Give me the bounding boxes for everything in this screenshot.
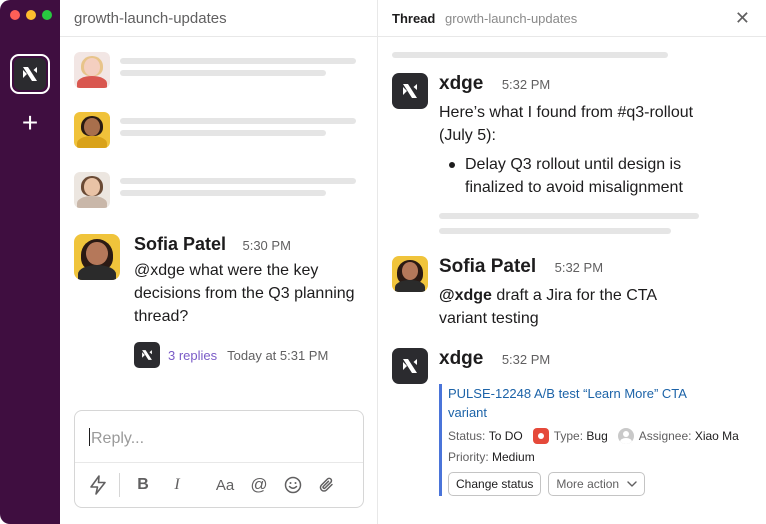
assignee-label: Assignee:	[638, 429, 692, 443]
placeholder-line	[392, 52, 668, 58]
message-author[interactable]: Sofia Patel	[134, 234, 226, 254]
bullet-text: Delay Q3 rollout until design is finaliz…	[465, 156, 683, 196]
xdge-logo-icon	[403, 84, 417, 98]
message-author[interactable]: xdge	[439, 73, 483, 94]
thread-message: Sofia Patel 5:32 PM @xdge draft a Jira f…	[392, 256, 699, 330]
text-format-button[interactable]: Aa	[214, 474, 236, 496]
thread-replies-summary[interactable]: 3 replies Today at 5:31 PM	[134, 342, 364, 368]
close-thread-button[interactable]: ✕	[734, 8, 750, 28]
add-workspace-button[interactable]: +	[18, 109, 42, 137]
message-text: @xdge draft a Jira for the CTA variant t…	[439, 287, 657, 327]
message-timestamp[interactable]: 5:32 PM	[502, 352, 550, 367]
thread-title: Thread	[392, 11, 436, 26]
attach-button[interactable]	[316, 474, 338, 496]
status-value: To DO	[488, 429, 523, 443]
plus-icon: +	[21, 107, 39, 138]
placeholder-message	[74, 52, 356, 88]
priority-value: Medium	[492, 450, 535, 464]
user-mention[interactable]: @xdge	[439, 287, 492, 304]
shortcuts-button[interactable]	[87, 474, 109, 496]
mention-button[interactable]: @	[248, 474, 270, 496]
bold-button[interactable]: B	[132, 474, 154, 496]
xdge-logo-icon	[403, 359, 417, 373]
avatar[interactable]	[392, 256, 428, 292]
toolbar-divider	[119, 473, 120, 497]
xdge-logo-icon	[23, 67, 37, 81]
status-label: Status:	[448, 429, 486, 443]
jira-priority-field: Priority: Medium	[448, 450, 759, 464]
message-author[interactable]: Sofia Patel	[439, 256, 536, 277]
jira-actions: Change status More action	[448, 472, 759, 496]
close-window-button[interactable]	[10, 10, 20, 20]
message-timestamp[interactable]: 5:30 PM	[242, 238, 290, 253]
list-item: Delay Q3 rollout until design is finaliz…	[449, 153, 709, 199]
composer-toolbar: B I Aa @	[75, 463, 363, 507]
lightning-icon	[90, 475, 106, 495]
jira-issue-fields: Status: To DO Type: Bug Assignee: Xiao M…	[448, 428, 759, 444]
replies-timestamp: Today at 5:31 PM	[227, 347, 329, 363]
placeholder-line	[439, 228, 671, 234]
assignee-value: Xiao Ma	[694, 429, 739, 443]
channel-name[interactable]: growth-launch-updates	[74, 10, 227, 27]
thread-channel-name[interactable]: growth-launch-updates	[445, 11, 577, 26]
avatar	[74, 172, 110, 208]
thread-pane: Thread growth-launch-updates ✕ xdge 5:32…	[378, 0, 766, 524]
channel-pane: growth-launch-updates Sofia Patel 5:30 P…	[60, 0, 378, 524]
text-caret	[89, 428, 90, 446]
workspace-rail: +	[0, 0, 60, 524]
placeholder-message	[74, 112, 356, 148]
replies-link[interactable]: 3 replies	[168, 348, 217, 363]
message-text: @xdge what were the key decisions from t…	[134, 262, 355, 325]
more-action-button[interactable]: More action	[548, 472, 646, 496]
channel-header: growth-launch-updates	[60, 0, 377, 37]
paperclip-icon	[319, 477, 333, 492]
channel-message: Sofia Patel 5:30 PM @xdge what were the …	[74, 234, 364, 368]
avatar[interactable]	[392, 348, 428, 384]
avatar[interactable]	[74, 234, 120, 280]
message-timestamp[interactable]: 5:32 PM	[555, 260, 603, 275]
type-value: Bug	[586, 429, 608, 443]
placeholder-line	[439, 213, 699, 219]
xdge-logo-icon	[142, 350, 152, 360]
smiley-icon	[284, 476, 302, 494]
message-text: Here’s what I found from #q3-rollout (Ju…	[439, 104, 694, 144]
minimize-window-button[interactable]	[26, 10, 36, 20]
thread-message: xdge 5:32 PM Here’s what I found from #q…	[392, 73, 709, 199]
message-timestamp[interactable]: 5:32 PM	[502, 77, 550, 92]
message-author[interactable]: xdge	[439, 348, 483, 369]
jira-issue-card: PULSE-12248 A/B test “Learn More” CTA va…	[439, 384, 759, 496]
priority-label: Priority:	[448, 450, 489, 464]
thread-header: Thread growth-launch-updates	[378, 0, 766, 37]
reply-composer: Reply... B I Aa @	[74, 410, 364, 508]
chevron-down-icon	[627, 481, 637, 487]
reply-input[interactable]: Reply...	[75, 411, 363, 463]
bug-icon	[532, 428, 549, 444]
emoji-button[interactable]	[282, 474, 304, 496]
type-label: Type:	[553, 429, 584, 443]
window-controls	[10, 10, 52, 20]
thread-message: xdge 5:32 PM	[392, 348, 550, 384]
avatar	[134, 342, 160, 368]
maximize-window-button[interactable]	[42, 10, 52, 20]
close-icon: ✕	[734, 8, 750, 28]
avatar	[74, 52, 110, 88]
user-icon	[617, 428, 634, 444]
change-status-button[interactable]: Change status	[448, 472, 542, 496]
avatar	[74, 112, 110, 148]
italic-button[interactable]: I	[166, 474, 188, 496]
placeholder-message	[74, 172, 356, 208]
avatar[interactable]	[392, 73, 428, 109]
bullet-marker	[449, 162, 455, 168]
jira-issue-link[interactable]: PULSE-12248 A/B test “Learn More” CTA va…	[448, 384, 688, 422]
app-window: + growth-launch-updates Sofia Patel 5:30…	[0, 0, 766, 524]
workspace-button[interactable]	[10, 54, 50, 94]
